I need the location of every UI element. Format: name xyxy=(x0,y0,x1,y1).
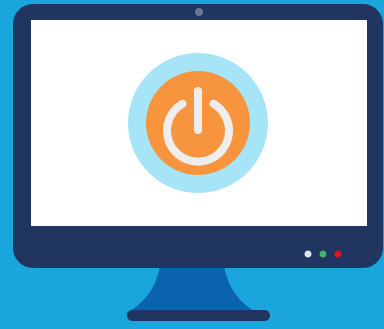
monitor-graphic xyxy=(13,4,383,321)
monitor-base xyxy=(127,310,270,321)
indicator-light-red xyxy=(334,250,342,258)
monitor-stand xyxy=(126,266,258,313)
indicator-light-white xyxy=(304,250,312,258)
monitor-illustration xyxy=(0,0,384,329)
webcam-dot xyxy=(195,8,203,16)
power-button[interactable] xyxy=(128,53,268,193)
indicator-light-green xyxy=(319,250,327,258)
